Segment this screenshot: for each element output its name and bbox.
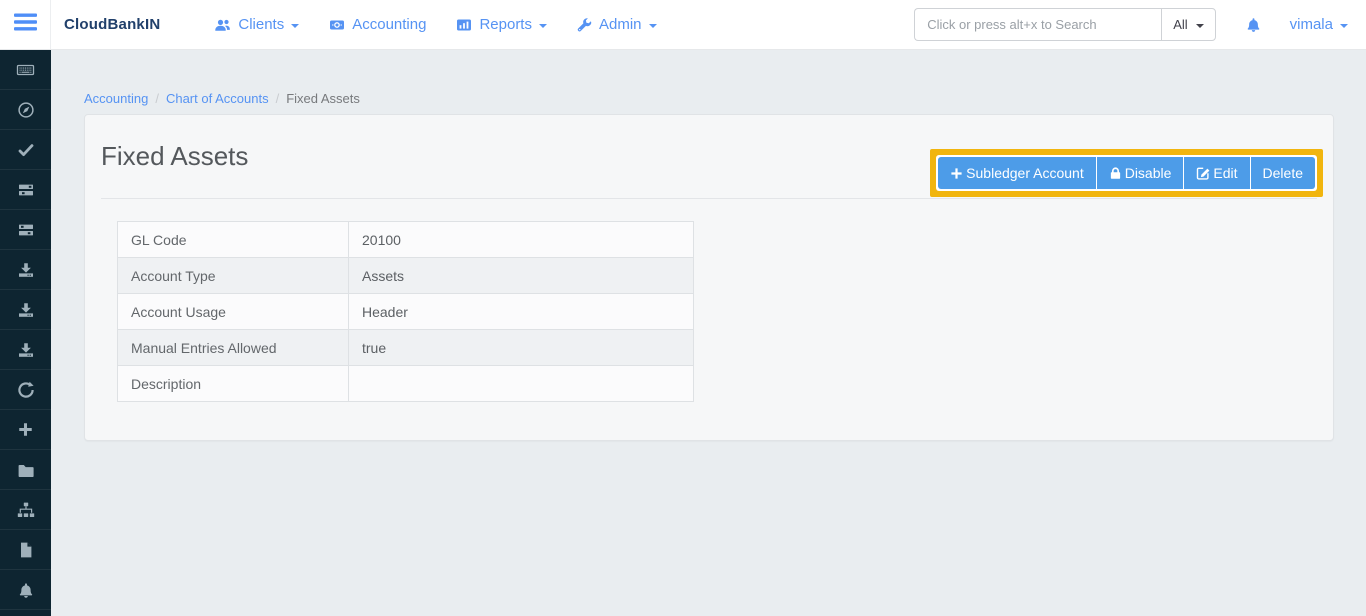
wrench-icon <box>577 17 592 33</box>
delete-button[interactable]: Delete <box>1251 157 1315 189</box>
main-content: Accounting / Chart of Accounts / Fixed A… <box>51 50 1366 616</box>
main-menu: Clients Accounting <box>178 16 656 33</box>
sidebar-item-add[interactable] <box>0 410 51 450</box>
download-icon <box>17 261 35 279</box>
hamburger-icon <box>14 13 37 36</box>
disable-button[interactable]: Disable <box>1097 157 1184 189</box>
lock-icon <box>1109 166 1122 180</box>
edit-icon <box>1196 166 1210 180</box>
table-row: Description <box>118 366 694 402</box>
breadcrumb-accounting[interactable]: Accounting <box>84 91 148 106</box>
users-icon <box>214 17 231 33</box>
table-row: GL Code 20100 <box>118 222 694 258</box>
button-label: Delete <box>1263 165 1303 181</box>
download-icon <box>17 301 35 319</box>
notifications-button[interactable] <box>1245 16 1262 33</box>
caret-down-icon <box>649 24 657 28</box>
button-label: Subledger Account <box>966 165 1084 181</box>
menu-label: Accounting <box>352 16 426 33</box>
detail-label: Description <box>118 366 349 402</box>
sidebar-item-keyboard[interactable] <box>0 50 51 90</box>
menu-item-accounting[interactable]: Accounting <box>329 16 426 33</box>
table-row: Account Usage Header <box>118 294 694 330</box>
menu-item-reports[interactable]: Reports <box>456 16 547 33</box>
menu-label: Admin <box>599 16 642 33</box>
search-scope-value: All <box>1173 17 1187 32</box>
sitemap-icon <box>17 501 35 519</box>
subledger-account-button[interactable]: Subledger Account <box>938 157 1096 189</box>
breadcrumb-chart-of-accounts[interactable]: Chart of Accounts <box>166 91 269 106</box>
search-input[interactable] <box>914 8 1161 41</box>
detail-label: Account Type <box>118 258 349 294</box>
compass-icon <box>17 101 35 119</box>
sidebar-item-refresh[interactable] <box>0 370 51 410</box>
breadcrumb: Accounting / Chart of Accounts / Fixed A… <box>84 91 1366 106</box>
detail-label: Account Usage <box>118 294 349 330</box>
plus-icon <box>950 167 963 180</box>
caret-down-icon <box>291 24 299 28</box>
file-icon <box>17 541 35 559</box>
download-icon <box>17 341 35 359</box>
global-search: All <box>914 8 1215 41</box>
caret-down-icon <box>539 24 547 28</box>
caret-down-icon <box>1340 24 1348 28</box>
user-menu[interactable]: vimala <box>1290 16 1348 33</box>
folder-icon <box>17 461 35 479</box>
user-name: vimala <box>1290 16 1333 33</box>
action-button-group: Subledger Account Disable <box>936 155 1317 191</box>
account-details-table: GL Code 20100 Account Type Assets Accoun… <box>117 221 694 402</box>
tasks-icon <box>17 181 35 199</box>
tasks-icon <box>17 221 35 239</box>
table-row: Manual Entries Allowed true <box>118 330 694 366</box>
keyboard-icon <box>16 61 35 79</box>
sidebar-item-download[interactable] <box>0 250 51 290</box>
sidebar-toggle-button[interactable] <box>0 0 51 49</box>
bar-chart-icon <box>456 17 472 33</box>
menu-label: Reports <box>479 16 532 33</box>
menu-item-clients[interactable]: Clients <box>214 16 299 33</box>
sidebar-item-folder[interactable] <box>0 450 51 490</box>
detail-value: Header <box>349 294 694 330</box>
detail-value: Assets <box>349 258 694 294</box>
breadcrumb-separator: / <box>276 91 280 106</box>
sidebar-item-file[interactable] <box>0 530 51 570</box>
search-scope-dropdown[interactable]: All <box>1161 8 1215 41</box>
detail-value <box>349 366 694 402</box>
sidebar-item-download-2[interactable] <box>0 290 51 330</box>
app-logo[interactable]: CloudBankIN <box>51 16 178 33</box>
refresh-icon <box>17 381 35 399</box>
edit-button[interactable]: Edit <box>1184 157 1249 189</box>
sidebar-item-tasks-2[interactable] <box>0 210 51 250</box>
detail-label: GL Code <box>118 222 349 258</box>
sidebar-item-tasks[interactable] <box>0 170 51 210</box>
breadcrumb-separator: / <box>155 91 159 106</box>
plus-icon <box>17 421 34 438</box>
detail-label: Manual Entries Allowed <box>118 330 349 366</box>
top-navbar: CloudBankIN Clients <box>0 0 1366 50</box>
detail-value: 20100 <box>349 222 694 258</box>
menu-item-admin[interactable]: Admin <box>577 16 657 33</box>
sidebar-item-download-3[interactable] <box>0 330 51 370</box>
sidebar-item-notifications[interactable] <box>0 570 51 610</box>
icon-sidebar <box>0 50 51 616</box>
sidebar-item-check[interactable] <box>0 130 51 170</box>
navbar-right: All vimala <box>914 8 1366 41</box>
button-label: Edit <box>1213 165 1237 181</box>
breadcrumb-current: Fixed Assets <box>286 91 360 106</box>
action-buttons-highlight: Subledger Account Disable <box>930 149 1323 197</box>
sidebar-item-sitemap[interactable] <box>0 490 51 530</box>
sidebar-item-compass[interactable] <box>0 90 51 130</box>
bell-icon <box>17 581 35 599</box>
money-icon <box>329 17 345 33</box>
check-icon <box>17 141 35 159</box>
detail-value: true <box>349 330 694 366</box>
bell-icon <box>1245 16 1262 33</box>
table-row: Account Type Assets <box>118 258 694 294</box>
caret-down-icon <box>1196 24 1204 28</box>
menu-label: Clients <box>238 16 284 33</box>
account-details-card: Fixed Assets Subledger Account <box>84 114 1334 441</box>
button-label: Disable <box>1125 165 1172 181</box>
